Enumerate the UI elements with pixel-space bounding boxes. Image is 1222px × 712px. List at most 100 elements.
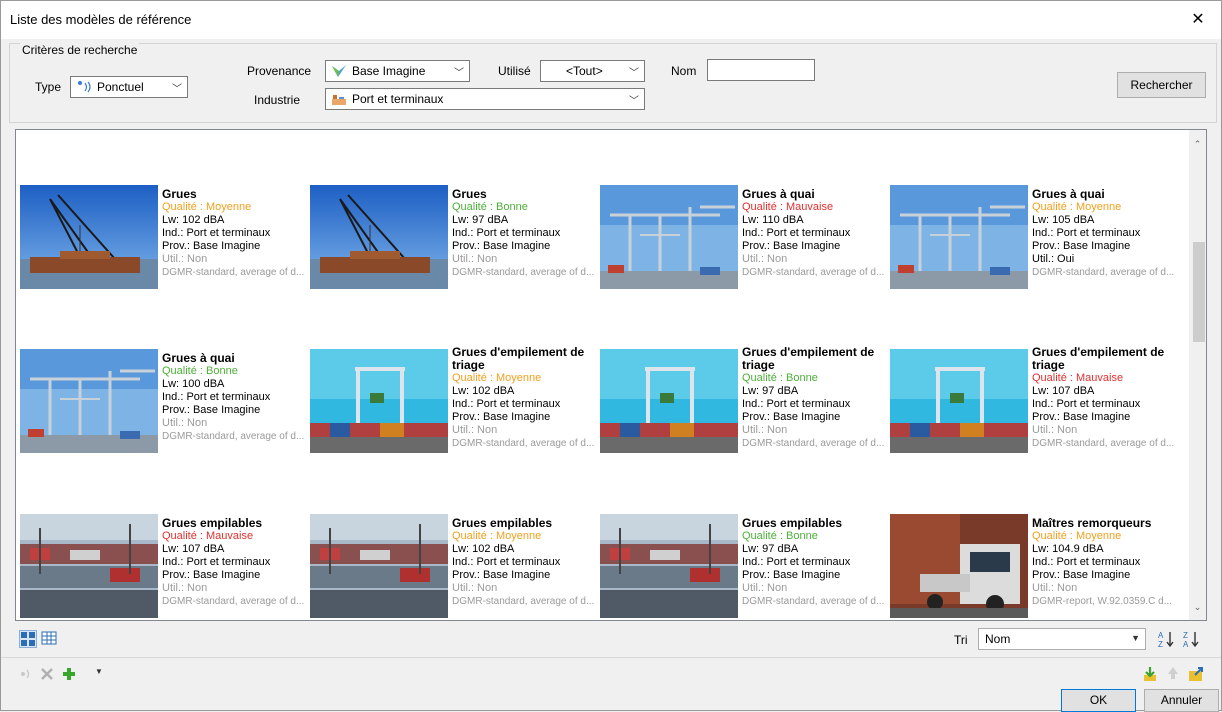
model-name: Grues empilables	[742, 516, 843, 530]
model-industry: Ind.: Port et terminaux	[452, 556, 561, 568]
model-card[interactable]: Grues empilables Qualité : Bonne Lw: 97 dB…	[600, 514, 885, 620]
scroll-down-icon[interactable]: ⌄	[1189, 599, 1206, 616]
model-quality: Qualité : Mauvaise	[162, 530, 254, 542]
model-card[interactable]: Grues Qualité : Moyenne Lw: 102 dBA Ind.: P…	[20, 185, 305, 305]
cancel-button[interactable]: Annuler	[1144, 689, 1219, 712]
model-lw: Lw: 97 dBA	[742, 543, 799, 555]
provenance-value: Base Imagine	[352, 64, 426, 78]
scroll-thumb[interactable]	[1193, 242, 1205, 342]
delete-icon	[41, 668, 53, 680]
model-industry: Ind.: Port et terminaux	[452, 227, 561, 239]
model-info: Grues Qualité : Bonne Lw: 97 dBA Ind.: Port…	[452, 188, 595, 279]
model-industry: Ind.: Port et terminaux	[162, 227, 271, 239]
ok-button[interactable]: OK	[1061, 689, 1136, 712]
model-name: Grues	[162, 187, 197, 201]
move-up-button[interactable]	[1165, 665, 1181, 681]
add-icon	[63, 668, 75, 680]
model-quality: Qualité : Bonne	[452, 201, 528, 213]
sort-value: Nom	[985, 632, 1011, 646]
provenance-select[interactable]: Base Imagine ﹀	[325, 60, 470, 82]
model-card[interactable]: Grues à quai Qualité : Bonne Lw: 100 dBA In…	[20, 349, 305, 469]
view-grid-button[interactable]	[19, 630, 37, 648]
model-quality: Qualité : Moyenne	[1032, 201, 1122, 213]
model-lw: Lw: 105 dBA	[1032, 214, 1095, 226]
sort-label: Tri	[954, 633, 968, 647]
model-usage: Util.: Oui	[1032, 253, 1075, 265]
model-provenance: Prov.: Base Imagine	[162, 240, 261, 252]
chevron-down-icon: ﹀	[172, 84, 182, 95]
model-name: Grues d'empilement de triage	[452, 345, 585, 372]
add-dropdown-icon[interactable]: ▼	[95, 667, 103, 676]
utilise-select[interactable]: <Tout> ﹀	[540, 60, 645, 82]
utilise-value: <Tout>	[566, 64, 603, 78]
model-thumbnail	[890, 185, 1028, 289]
model-usage: Util.: Non	[452, 582, 498, 594]
model-info: Grues à quai Qualité : Moyenne Lw: 105 dBA…	[1032, 188, 1175, 279]
model-industry: Ind.: Port et terminaux	[1032, 398, 1141, 410]
model-card[interactable]: Maîtres remorqueurs Qualité : Moyenne Lw: …	[890, 514, 1175, 620]
model-card[interactable]: Grues d'empilement de triage Qualité : Ma…	[890, 345, 1175, 469]
point-source-icon	[21, 669, 30, 679]
nom-input[interactable]	[707, 59, 815, 81]
model-info: Grues à quai Qualité : Mauvaise Lw: 110 dB…	[742, 188, 885, 279]
scroll-up-icon[interactable]: ⌃	[1189, 136, 1206, 153]
import-button[interactable]	[1141, 665, 1159, 683]
add-button[interactable]	[61, 666, 77, 682]
model-description: DGMR-standard, average of d...	[162, 596, 305, 607]
sort-select[interactable]: Nom ▼	[978, 628, 1146, 650]
type-value: Ponctuel	[97, 80, 144, 94]
model-thumbnail	[20, 185, 158, 289]
model-card[interactable]: Grues à quai Qualité : Mauvaise Lw: 110 dB…	[600, 185, 885, 305]
industrie-select[interactable]: Port et terminaux ﹀	[325, 88, 645, 110]
model-usage: Util.: Non	[742, 424, 788, 436]
model-lw: Lw: 97 dBA	[452, 214, 509, 226]
model-card[interactable]: Grues empilables Qualité : Mauvaise Lw: 10…	[20, 514, 305, 620]
model-card[interactable]: Grues à quai Qualité : Moyenne Lw: 105 dBA…	[890, 185, 1175, 305]
model-lw: Lw: 102 dBA	[452, 543, 515, 555]
model-thumbnail	[600, 349, 738, 453]
sort-ascending-button[interactable]: AZ	[1157, 629, 1177, 649]
model-name: Grues à quai	[162, 351, 235, 365]
view-table-button[interactable]	[41, 630, 59, 648]
model-card[interactable]: Grues Qualité : Bonne Lw: 97 dBA Ind.: Port…	[310, 185, 595, 305]
sort-descending-button[interactable]: ZA	[1182, 629, 1202, 649]
type-select[interactable]: Ponctuel ﹀	[70, 76, 188, 98]
export-icon	[1189, 667, 1203, 681]
model-info: Grues Qualité : Moyenne Lw: 102 dBA Ind.: P…	[162, 188, 305, 279]
model-description: DGMR-report, W.92.0359.C d...	[1032, 596, 1173, 607]
chevron-down-icon: ﹀	[629, 68, 639, 79]
chevron-down-icon: ﹀	[454, 68, 464, 79]
model-gallery: Grues Qualité : Moyenne Lw: 102 dBA Ind.: P…	[15, 129, 1207, 621]
model-card[interactable]: Grues d'empilement de triage Qualité : Bo…	[600, 345, 885, 469]
nom-label: Nom	[671, 64, 697, 78]
model-thumbnail	[890, 349, 1028, 453]
vertical-scrollbar[interactable]: ⌃ ⌄	[1189, 130, 1206, 620]
delete-button[interactable]	[39, 666, 55, 682]
model-name: Grues d'empilement de triage	[1032, 345, 1165, 372]
search-criteria-group: Critères de recherche Type Ponctuel ﹀ Pr…	[9, 43, 1217, 123]
close-icon[interactable]: ✕	[1183, 7, 1213, 33]
model-provenance: Prov.: Base Imagine	[452, 411, 551, 423]
model-card[interactable]: Grues empilables Qualité : Moyenne Lw: 102…	[310, 514, 595, 620]
model-industry: Ind.: Port et terminaux	[162, 556, 271, 568]
model-card[interactable]: Grues d'empilement de triage Qualité : Mo…	[310, 345, 595, 469]
model-provenance: Prov.: Base Imagine	[1032, 411, 1131, 423]
search-button[interactable]: Rechercher	[1117, 72, 1206, 98]
model-industry: Ind.: Port et terminaux	[742, 556, 851, 568]
model-thumbnail	[310, 514, 448, 618]
caret-down-icon: ▼	[1131, 633, 1140, 643]
model-description: DGMR-standard, average of d...	[452, 438, 595, 449]
source-button[interactable]	[19, 666, 35, 682]
svg-text:Z: Z	[1183, 631, 1188, 640]
model-name: Grues à quai	[1032, 187, 1105, 201]
model-lw: Lw: 102 dBA	[452, 385, 515, 397]
export-button[interactable]	[1187, 665, 1205, 683]
model-description: DGMR-standard, average of d...	[452, 596, 595, 607]
model-name: Grues d'empilement de triage	[742, 345, 875, 372]
utilise-label: Utilisé	[498, 64, 531, 78]
model-description: DGMR-standard, average of d...	[452, 267, 595, 278]
model-provenance: Prov.: Base Imagine	[742, 240, 841, 252]
provenance-label: Provenance	[247, 64, 312, 78]
model-info: Grues à quai Qualité : Bonne Lw: 100 dBA In…	[162, 352, 305, 443]
model-usage: Util.: Non	[742, 582, 788, 594]
